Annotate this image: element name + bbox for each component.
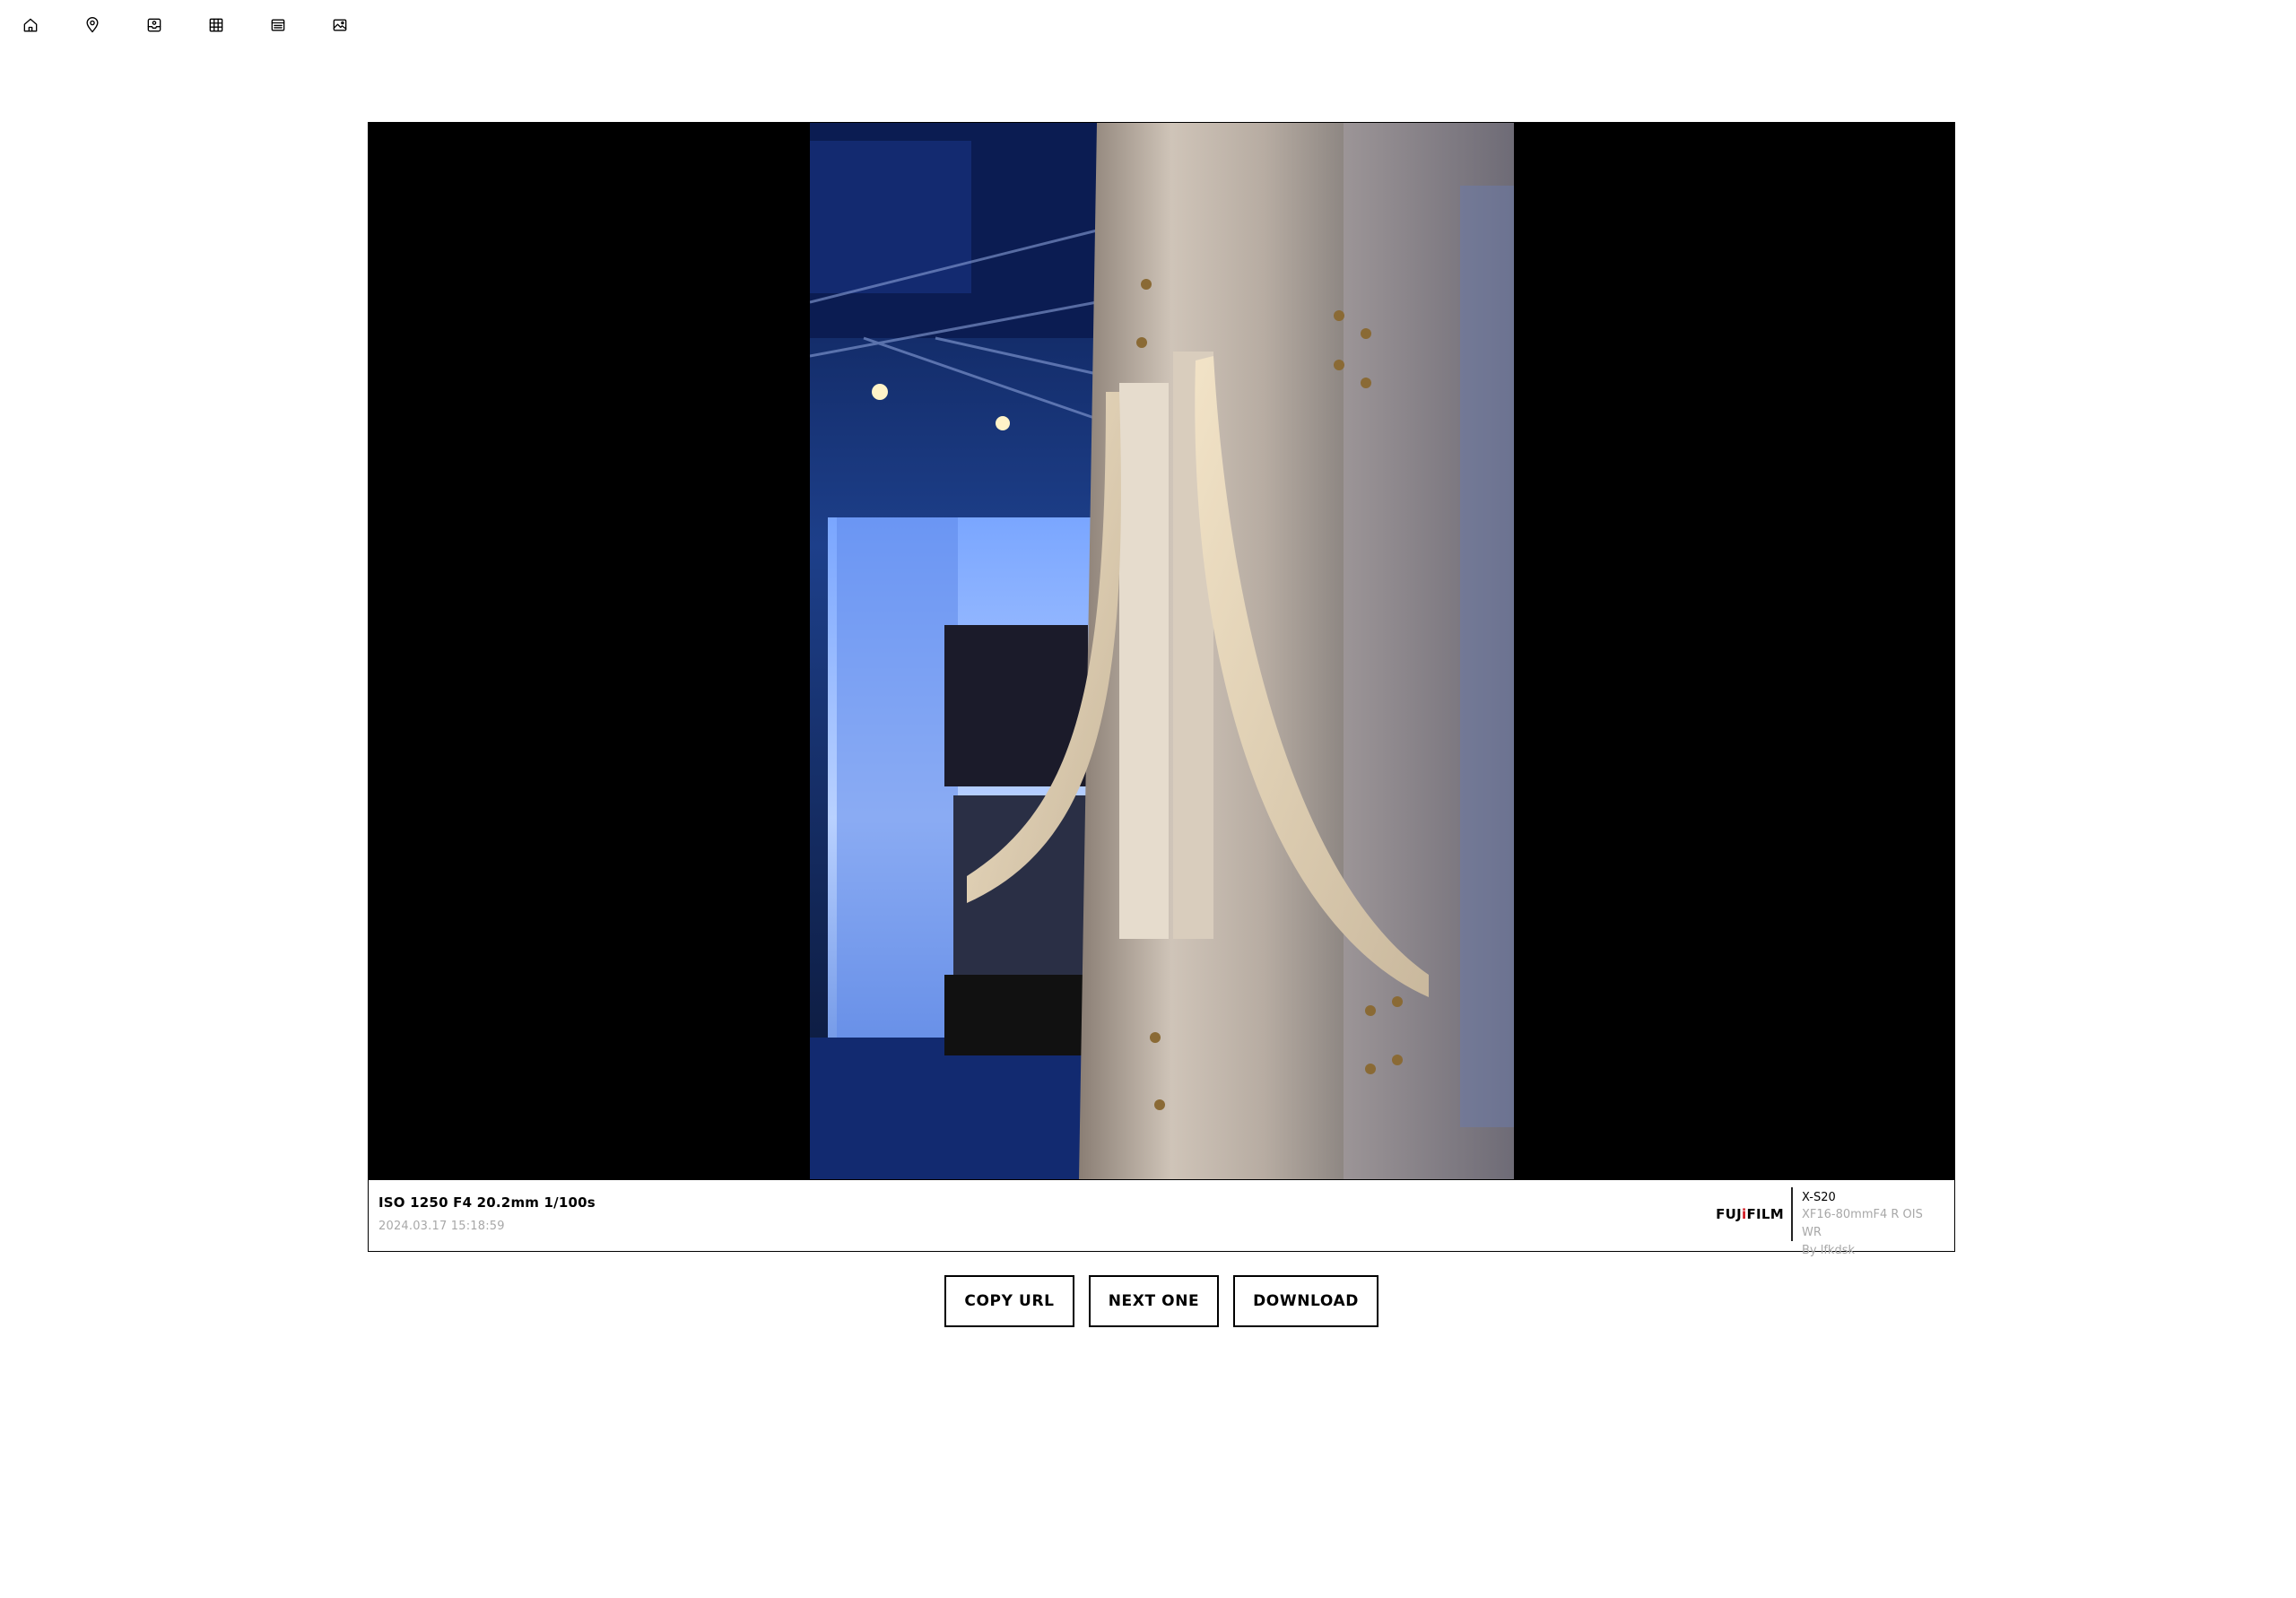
photo-info-bar: ISO 1250 F4 20.2mm 1/100s 2024.03.17 15:… — [369, 1179, 1954, 1257]
camera-brand-logo: FUJiFILM — [1716, 1206, 1784, 1222]
grid-icon — [209, 18, 223, 32]
camera-model: X-S20 — [1802, 1191, 1836, 1204]
exif-summary: ISO 1250 F4 20.2mm 1/100s — [378, 1194, 596, 1211]
next-one-button[interactable]: NEXT ONE — [1089, 1275, 1219, 1327]
camera-details: X-S20 XF16-80mmF4 R OIS WR By lfkdsk — [1802, 1189, 1945, 1260]
lens-model: XF16-80mmF4 R OIS WR — [1802, 1208, 1923, 1239]
nav-home-button[interactable] — [13, 13, 48, 38]
photo-frame — [369, 123, 1954, 1179]
home-icon — [23, 18, 38, 32]
copy-url-button[interactable]: COPY URL — [944, 1275, 1074, 1327]
photo-image[interactable] — [810, 123, 1514, 1179]
action-bar: COPY URL NEXT ONE DOWNLOAD — [0, 1275, 2296, 1329]
photo-datetime: 2024.03.17 15:18:59 — [378, 1220, 505, 1233]
photo-card: ISO 1250 F4 20.2mm 1/100s 2024.03.17 15:… — [368, 122, 1955, 1257]
map-pin-icon — [86, 17, 99, 33]
nav-list-button[interactable] — [260, 13, 296, 38]
nav-map-button[interactable] — [74, 13, 110, 38]
list-icon — [271, 19, 285, 31]
nav-image-button[interactable] — [322, 13, 358, 38]
download-button[interactable]: DOWNLOAD — [1233, 1275, 1378, 1327]
nav-inbox-button[interactable] — [136, 13, 172, 38]
image-icon — [333, 19, 347, 31]
nav-grid-button[interactable] — [198, 13, 234, 38]
photo-author: By lfkdsk — [1802, 1244, 1856, 1257]
inbox-icon — [147, 18, 161, 32]
info-divider — [1791, 1187, 1793, 1241]
